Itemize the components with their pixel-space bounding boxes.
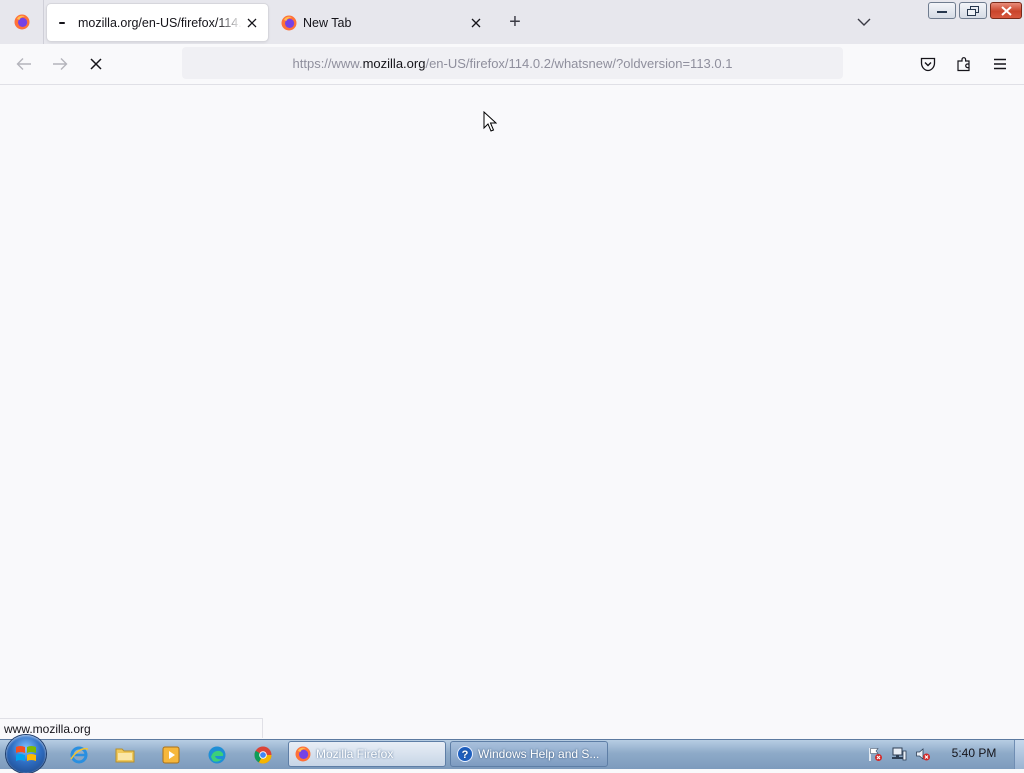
firefox-icon xyxy=(295,746,311,762)
pinned-explorer[interactable] xyxy=(105,742,145,768)
forward-button[interactable] xyxy=(47,52,73,76)
pinned-chrome[interactable] xyxy=(243,742,283,768)
help-icon: ? xyxy=(457,746,473,762)
chevron-down-icon xyxy=(857,18,871,26)
back-arrow-icon xyxy=(16,58,31,70)
hamburger-menu-icon xyxy=(994,58,1006,70)
pocket-icon xyxy=(920,57,936,71)
show-desktop-button[interactable] xyxy=(1014,740,1024,769)
window-controls xyxy=(925,2,1022,20)
tab-title: mozilla.org/en-US/firefox/114.0 xyxy=(78,15,242,30)
pinned-media-player[interactable] xyxy=(151,742,191,768)
taskbar: Mozilla Firefox ? Windows Help and S... xyxy=(0,735,1024,773)
media-player-icon xyxy=(162,746,180,764)
restore-button[interactable] xyxy=(959,2,987,19)
tray-action-center[interactable] xyxy=(866,744,884,764)
svg-text:?: ? xyxy=(462,749,469,761)
firefox-view-button[interactable] xyxy=(0,0,44,44)
ie-icon xyxy=(70,746,89,764)
extensions-button[interactable] xyxy=(951,52,977,76)
status-panel: www.mozilla.org xyxy=(0,718,263,738)
url-path: /en-US/firefox/114.0.2/whatsnew/?oldvers… xyxy=(425,55,733,71)
tray-volume[interactable] xyxy=(914,744,932,764)
mouse-cursor-icon xyxy=(483,111,497,132)
taskbar-window-label: Windows Help and S... xyxy=(478,747,600,761)
pinned-internet-explorer[interactable] xyxy=(59,742,99,768)
tab-new-tab[interactable]: New Tab xyxy=(272,4,492,41)
url-prefix: https://www. xyxy=(292,55,363,71)
close-icon[interactable] xyxy=(242,13,262,33)
url-domain: mozilla.org xyxy=(362,55,426,71)
loading-icon xyxy=(56,15,72,31)
stop-button[interactable] xyxy=(83,52,109,76)
firefox-icon xyxy=(281,15,297,30)
start-button[interactable] xyxy=(6,735,46,773)
list-all-tabs-button[interactable] xyxy=(852,11,876,33)
page-content xyxy=(0,85,1024,739)
address-bar[interactable]: https://www. mozilla.org/en-US/firefox/11… xyxy=(182,47,843,79)
windows-logo-icon xyxy=(16,746,36,761)
pinned-edge[interactable] xyxy=(197,742,237,768)
minimize-icon xyxy=(937,10,947,13)
pocket-button[interactable] xyxy=(915,52,941,76)
stop-icon xyxy=(90,58,102,70)
taskbar-window-label: Mozilla Firefox xyxy=(316,747,394,761)
taskbar-window-help[interactable]: ? Windows Help and S... xyxy=(450,741,608,767)
tray-network[interactable] xyxy=(890,744,908,764)
new-tab-button[interactable]: + xyxy=(503,11,527,33)
flag-icon xyxy=(869,748,882,761)
firefox-icon xyxy=(14,14,29,30)
window-close-button[interactable] xyxy=(990,2,1022,19)
volume-muted-icon xyxy=(916,748,930,761)
close-icon[interactable] xyxy=(466,13,486,33)
folder-icon xyxy=(115,748,135,763)
network-icon xyxy=(892,747,907,761)
back-button[interactable] xyxy=(11,52,37,76)
taskbar-window-firefox[interactable]: Mozilla Firefox xyxy=(288,741,446,767)
close-icon xyxy=(1000,5,1012,16)
restore-icon xyxy=(967,5,979,16)
forward-arrow-icon xyxy=(53,58,68,70)
edge-icon xyxy=(208,746,226,764)
tab-mozilla[interactable]: mozilla.org/en-US/firefox/114.0 xyxy=(47,4,268,41)
tab-title: New Tab xyxy=(303,15,352,30)
tab-strip: mozilla.org/en-US/firefox/114.0 New Tab … xyxy=(0,0,1024,44)
extensions-icon xyxy=(957,57,970,72)
taskbar-clock[interactable]: 5:40 PM xyxy=(942,746,1006,760)
navigation-toolbar: https://www. mozilla.org/en-US/firefox/11… xyxy=(0,44,1024,85)
chrome-icon xyxy=(254,746,272,764)
app-menu-button[interactable] xyxy=(987,52,1013,76)
minimize-button[interactable] xyxy=(928,2,956,19)
